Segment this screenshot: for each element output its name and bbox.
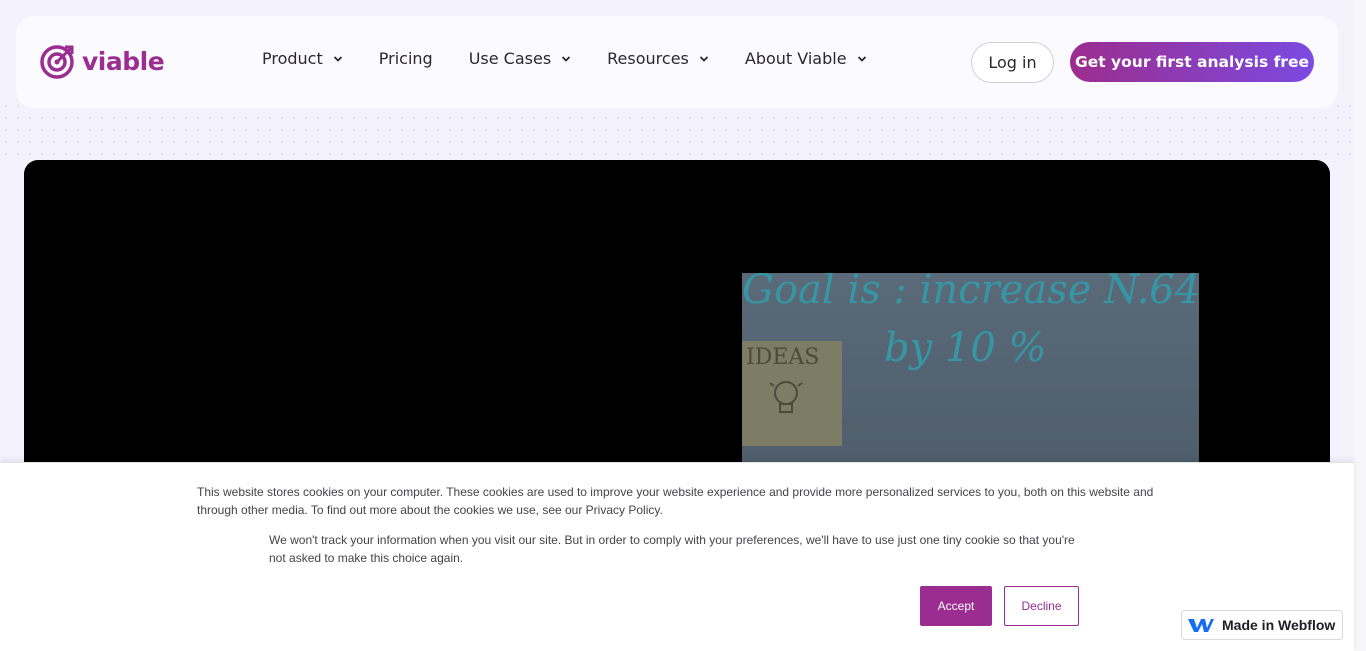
- nav-item-label: Use Cases: [468, 49, 552, 68]
- nav-item-use-cases[interactable]: Use Cases: [469, 49, 571, 68]
- hero-video[interactable]: Goal is : increase N.64 by 10 % IDEAS: [24, 160, 1330, 490]
- nav-item-pricing[interactable]: Pricing: [379, 49, 433, 68]
- decline-cookies-button[interactable]: Decline: [1004, 586, 1079, 626]
- accept-cookies-button[interactable]: Accept: [920, 586, 992, 626]
- site-header: viable Product Pricing Use Cases Resourc…: [16, 16, 1338, 108]
- nav-item-label: Product: [262, 49, 323, 68]
- cookie-notice-text: This website stores cookies on your comp…: [197, 485, 1154, 517]
- made-in-webflow-badge[interactable]: Made in Webflow: [1181, 610, 1343, 640]
- ideas-sticky-note: IDEAS: [742, 341, 842, 446]
- chevron-down-icon: [562, 55, 571, 62]
- scrollbar[interactable]: [1354, 0, 1366, 651]
- target-arrow-icon: [40, 45, 74, 79]
- cookie-tracking-text: We won't track your information when you…: [269, 533, 1075, 565]
- brand-name: viable: [82, 46, 165, 76]
- nav-item-label: About Viable: [744, 49, 847, 68]
- viable-logo[interactable]: viable: [40, 43, 165, 79]
- webflow-icon: [1188, 619, 1214, 632]
- nav-item-label: Resources: [607, 49, 689, 68]
- sticky-note-label: IDEAS: [746, 345, 820, 370]
- whiteboard-text-line2: by 10 %: [884, 325, 1047, 371]
- webflow-badge-label: Made in Webflow: [1222, 617, 1336, 633]
- get-free-analysis-button[interactable]: Get your first analysis free: [1070, 42, 1314, 82]
- nav-item-label: Pricing: [378, 49, 433, 68]
- whiteboard-video-frame: Goal is : increase N.64 by 10 % IDEAS: [742, 273, 1199, 490]
- dotted-background: [0, 100, 1354, 160]
- main-nav: Product Pricing Use Cases Resources Abou…: [262, 49, 903, 68]
- nav-item-product[interactable]: Product: [262, 49, 343, 68]
- chevron-down-icon: [699, 55, 709, 62]
- login-button[interactable]: Log in: [971, 42, 1054, 83]
- nav-item-resources[interactable]: Resources: [607, 49, 709, 68]
- chevron-down-icon: [857, 55, 866, 62]
- whiteboard-text-line1: Goal is : increase N.64: [742, 273, 1199, 313]
- chevron-down-icon: [333, 55, 342, 62]
- cookie-banner: This website stores cookies on your comp…: [0, 462, 1354, 651]
- lightbulb-icon: [769, 381, 803, 413]
- nav-item-about-viable[interactable]: About Viable: [745, 49, 867, 68]
